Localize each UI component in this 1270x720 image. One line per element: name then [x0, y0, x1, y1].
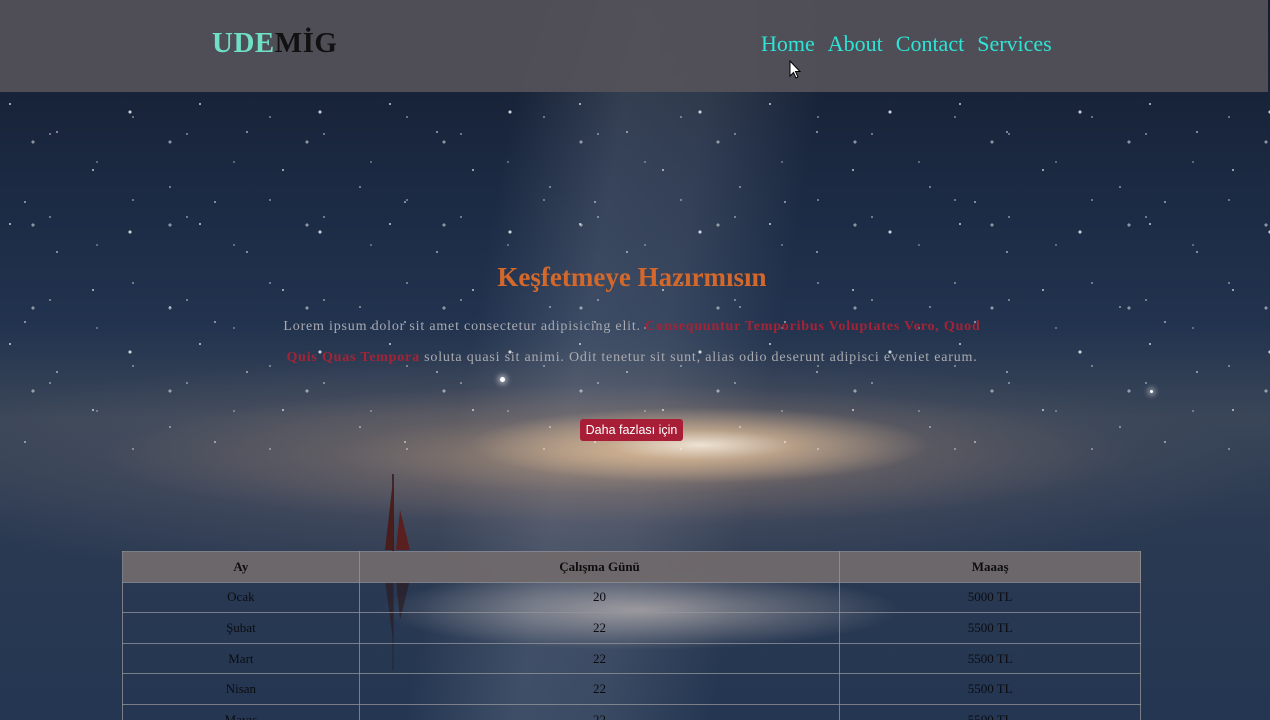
header-month: Ay [122, 551, 360, 583]
nav-about-link[interactable]: About [828, 31, 883, 57]
nav-contact-link[interactable]: Contact [896, 31, 964, 57]
table-row: Nisan 22 5500 TL [122, 673, 1141, 705]
cell-month: Ocak [122, 581, 360, 614]
nav-home-link[interactable]: Home [761, 31, 815, 57]
mouse-cursor-icon [789, 60, 801, 79]
cell-salary: 5000 TL [839, 581, 1141, 614]
table-row: Ocak 20 5000 TL [122, 581, 1141, 614]
cell-month: Mart [122, 642, 360, 675]
sailboat-image [385, 474, 410, 552]
cell-work-days: 20 [358, 581, 841, 614]
cell-work-days: 22 [358, 642, 841, 675]
table-row: Şubat 22 5500 TL [122, 612, 1141, 644]
salary-table: Ay Çalışma Günü Maaaş Ocak 20 5000 TL Şu… [122, 551, 1141, 720]
logo-text-part2: MİG [274, 27, 338, 59]
cell-month: Mayıs [122, 703, 360, 720]
cell-work-days: 22 [358, 673, 841, 705]
logo-text-part1: UDE [212, 27, 275, 59]
cell-work-days: 22 [358, 612, 841, 644]
table-row: Mayıs 22 5500 TL [122, 703, 1141, 720]
cell-salary: 5500 TL [839, 612, 1141, 644]
bright-star [1150, 390, 1153, 393]
hero-text-intro: Lorem ipsum dolor sit amet consectetur a… [283, 319, 646, 334]
cell-salary: 5500 TL [839, 642, 1141, 675]
hero-title: Keşfetmeye Hazırmısın [497, 262, 767, 292]
header-salary: Maaaş [839, 551, 1141, 583]
table-header-row: Ay Çalışma Günü Maaaş [122, 551, 1141, 583]
table-row: Mart 22 5500 TL [122, 642, 1141, 675]
main-nav: Home About Contact Services [761, 31, 1052, 57]
header-work-days: Çalışma Günü [358, 551, 841, 583]
hero-description: Lorem ipsum dolor sit amet consectetur a… [282, 312, 982, 373]
cell-month: Şubat [122, 612, 360, 644]
cell-salary: 5500 TL [839, 673, 1141, 705]
cell-salary: 5500 TL [839, 703, 1141, 720]
cell-work-days: 22 [358, 703, 841, 720]
cell-month: Nisan [122, 673, 360, 705]
site-header: UDEMİG Home About Contact Services [0, 0, 1268, 92]
bright-star [500, 377, 505, 382]
more-info-button[interactable]: Daha fazlası için [580, 419, 683, 441]
site-logo[interactable]: UDEMİG [212, 27, 337, 60]
hero-text-rest: soluta quasi sit animi. Odit tenetur sit… [419, 349, 978, 365]
nav-services-link[interactable]: Services [977, 31, 1052, 57]
